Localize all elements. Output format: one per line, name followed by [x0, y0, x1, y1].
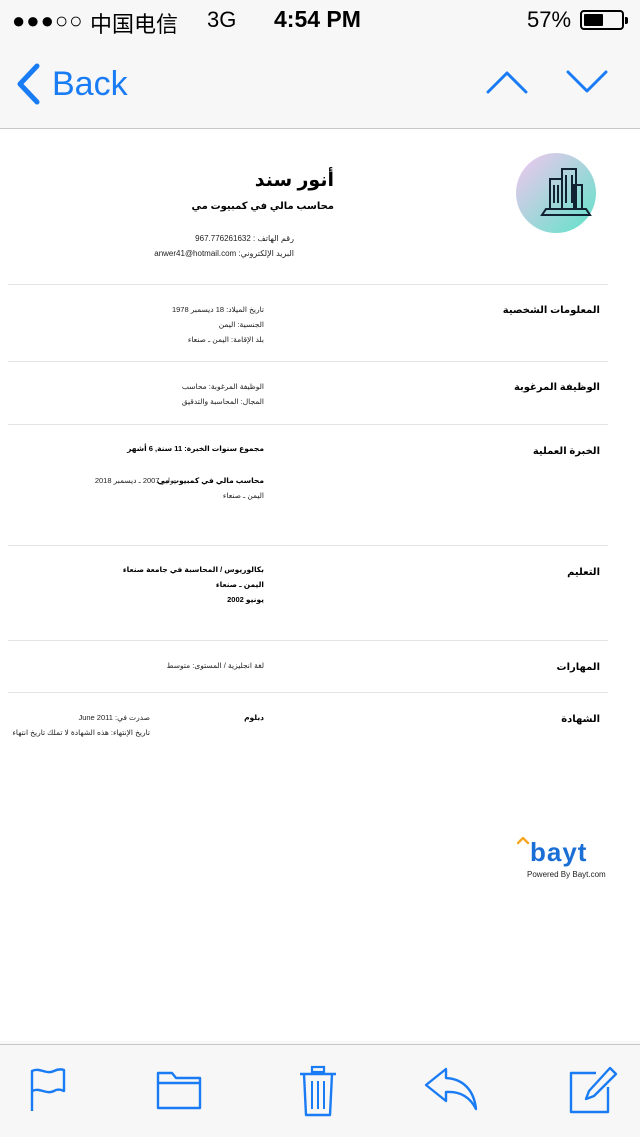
battery-icon	[580, 10, 628, 30]
section-heading-desired-job: الوظيفة المرغوبة	[513, 382, 600, 393]
resume-document: أنور سند محاسب مالي في كمبيوت مي رقم اله…	[0, 137, 632, 1041]
degree: بكالوريوس / المحاسبة في جامعة صنعاء	[122, 565, 264, 574]
network-type: 3G	[207, 7, 237, 32]
move-to-folder-button[interactable]	[156, 1065, 202, 1116]
next-message-button[interactable]	[566, 68, 608, 101]
certificate-expiry: تاريخ الإنتهاء: هذه الشهادة لا تملك تاري…	[12, 728, 150, 737]
nationality: الجنسية: اليمن	[218, 320, 264, 329]
experience-total: مجموع سنوات الخبرة: 11 سنة, 6 أشهر	[127, 444, 264, 453]
battery-percent: 57%	[527, 7, 572, 32]
compose-button[interactable]	[568, 1065, 618, 1120]
section-heading-education: التعليم	[567, 567, 600, 578]
compose-icon	[569, 1066, 618, 1114]
powered-by-text: Powered By Bayt.com	[527, 870, 606, 879]
desired-position: الوظيفة المرغوبة: محاسب	[181, 382, 264, 391]
divider	[8, 640, 608, 641]
bayt-logo: bayt	[517, 837, 587, 867]
delete-button[interactable]	[298, 1065, 338, 1124]
back-label: Back	[52, 65, 128, 103]
building-laptop-logo	[516, 153, 596, 233]
job-location: اليمن ـ صنعاء	[222, 491, 264, 500]
divider	[8, 361, 608, 362]
folder-icon	[156, 1071, 202, 1110]
previous-message-button[interactable]	[486, 68, 528, 101]
desired-field: المجال: المحاسبة والتدقيق	[181, 397, 264, 406]
message-body[interactable]: أنور سند محاسب مالي في كمبيوت مي رقم اله…	[0, 129, 640, 1041]
navigation-bar: Back	[0, 40, 640, 129]
education-details: بكالوريوس / المحاسبة في جامعة صنعاء اليم…	[123, 562, 264, 607]
residence: بلد الإقامة: اليمن ـ صنعاء	[187, 335, 264, 344]
birth-date: تاريخ الميلاد: 18 ديسمبر 1978	[171, 305, 264, 314]
trash-icon	[300, 1065, 336, 1117]
bottom-toolbar	[0, 1044, 640, 1137]
job-dates: يوليو 2007 ـ ديسمبر 2018	[94, 476, 176, 485]
education-location: اليمن ـ صنعاء	[215, 580, 264, 589]
divider	[8, 424, 608, 425]
svg-text:bayt: bayt	[530, 837, 587, 867]
section-heading-experience: الخبرة العملية	[532, 446, 600, 457]
reply-icon	[424, 1067, 478, 1111]
battery-fill	[584, 14, 603, 26]
divider	[8, 284, 608, 285]
chevron-down-icon	[566, 70, 608, 93]
section-heading-certificate: الشهادة	[561, 714, 600, 725]
status-bar: ●●●○○ 中国电信 3G 4:54 PM 57%	[0, 0, 640, 40]
divider	[8, 692, 608, 693]
carrier-name: 中国电信	[90, 12, 179, 37]
desired-job-details: الوظيفة المرغوبة: محاسب المجال: المحاسبة…	[182, 379, 264, 409]
divider	[8, 545, 608, 546]
chevron-up-icon	[486, 71, 528, 94]
education-date: يونيو 2002	[227, 595, 264, 604]
phone-number: رقم الهاتف : 967.776261632	[195, 234, 294, 243]
section-heading-skills: المهارات	[556, 662, 600, 673]
flag-icon	[30, 1068, 66, 1111]
section-heading-personal: المعلومات الشخصية	[502, 305, 600, 316]
back-button[interactable]: Back	[16, 62, 128, 106]
chevron-left-icon	[17, 63, 40, 105]
flag-button[interactable]	[28, 1065, 68, 1120]
applicant-name: أنور سند	[254, 170, 334, 191]
reply-button[interactable]	[424, 1065, 478, 1116]
clock: 4:54 PM	[274, 6, 361, 32]
email-address: البريد الإلكتروني: anwer41@hotmail.com	[154, 249, 294, 258]
signal-strength: ●●●○○	[12, 8, 84, 33]
certificate-issued: صدرت في: June 2011	[78, 713, 150, 722]
applicant-title: محاسب مالي في كمبيوت مي	[191, 201, 334, 212]
certificate-name: دبلوم	[244, 713, 264, 722]
personal-details: تاريخ الميلاد: 18 ديسمبر 1978 الجنسية: ا…	[172, 302, 264, 347]
skill-english: لغة انجليزية / المستوى: متوسط	[166, 661, 264, 670]
